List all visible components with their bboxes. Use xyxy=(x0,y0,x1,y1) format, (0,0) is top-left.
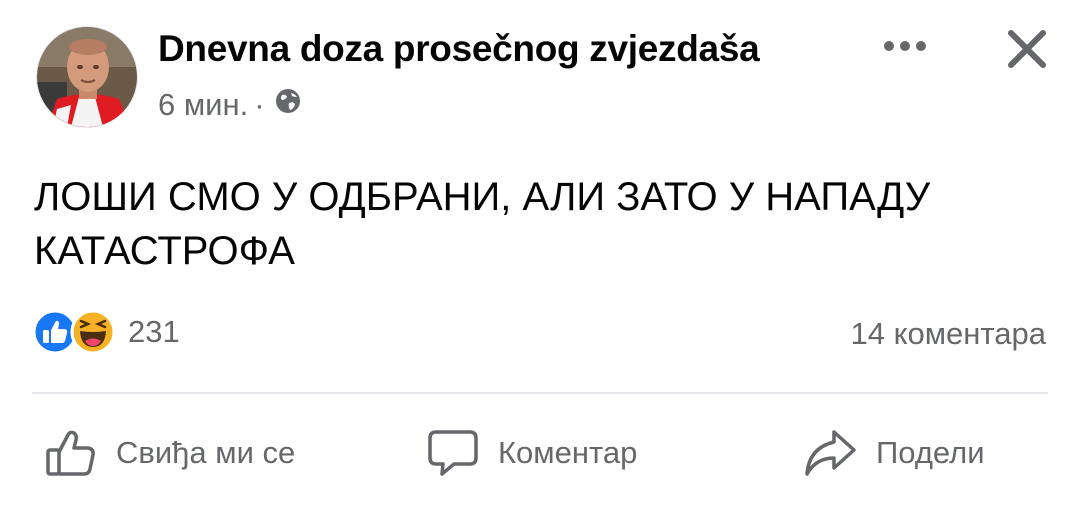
post-text-line: КАТАСТРОФА xyxy=(34,229,295,273)
avatar[interactable] xyxy=(36,26,138,128)
globe-icon[interactable] xyxy=(271,86,303,124)
post-text: ЛОШИ СМО У ОДБРАНИ, АЛИ ЗАТО У НАПАДУ КА… xyxy=(34,170,1034,278)
share-arrow-icon xyxy=(805,430,856,476)
comments-count[interactable]: 14 коментара xyxy=(851,316,1047,352)
comment-button[interactable]: Коментар xyxy=(426,420,637,486)
comment-label: Коментар xyxy=(498,435,638,470)
page-name[interactable]: Dnevna doza prosečnog zvjezdaša xyxy=(158,28,760,70)
thumbs-up-icon xyxy=(46,430,95,476)
timestamp[interactable]: 6 мин. xyxy=(158,87,248,123)
post-meta: 6 мин. · xyxy=(158,86,303,124)
close-icon xyxy=(1008,30,1046,68)
reactions-summary[interactable]: 231 xyxy=(32,309,180,355)
comment-bubble-icon xyxy=(428,430,478,476)
facebook-post: Dnevna doza prosečnog zvjezdaša 6 мин. ·… xyxy=(0,0,1080,508)
meta-separator: · xyxy=(254,87,265,122)
share-label: Подели xyxy=(876,435,985,470)
like-button[interactable]: Свиђа ми се xyxy=(44,420,295,486)
share-button[interactable]: Подели xyxy=(802,420,985,486)
more-horizontal-icon xyxy=(884,41,926,51)
like-label: Свиђа ми се xyxy=(116,435,296,470)
action-bar: Свиђа ми се Коментар Подели xyxy=(0,420,1080,486)
more-options-button[interactable] xyxy=(880,26,930,66)
reaction-icons xyxy=(32,309,116,355)
reaction-count: 231 xyxy=(128,314,180,349)
haha-reaction-icon xyxy=(70,309,116,355)
post-text-line: ЛОШИ СМО У ОДБРАНИ, АЛИ ЗАТО У НАПАДУ xyxy=(34,175,931,219)
close-button[interactable] xyxy=(1000,22,1054,76)
divider xyxy=(32,392,1048,394)
